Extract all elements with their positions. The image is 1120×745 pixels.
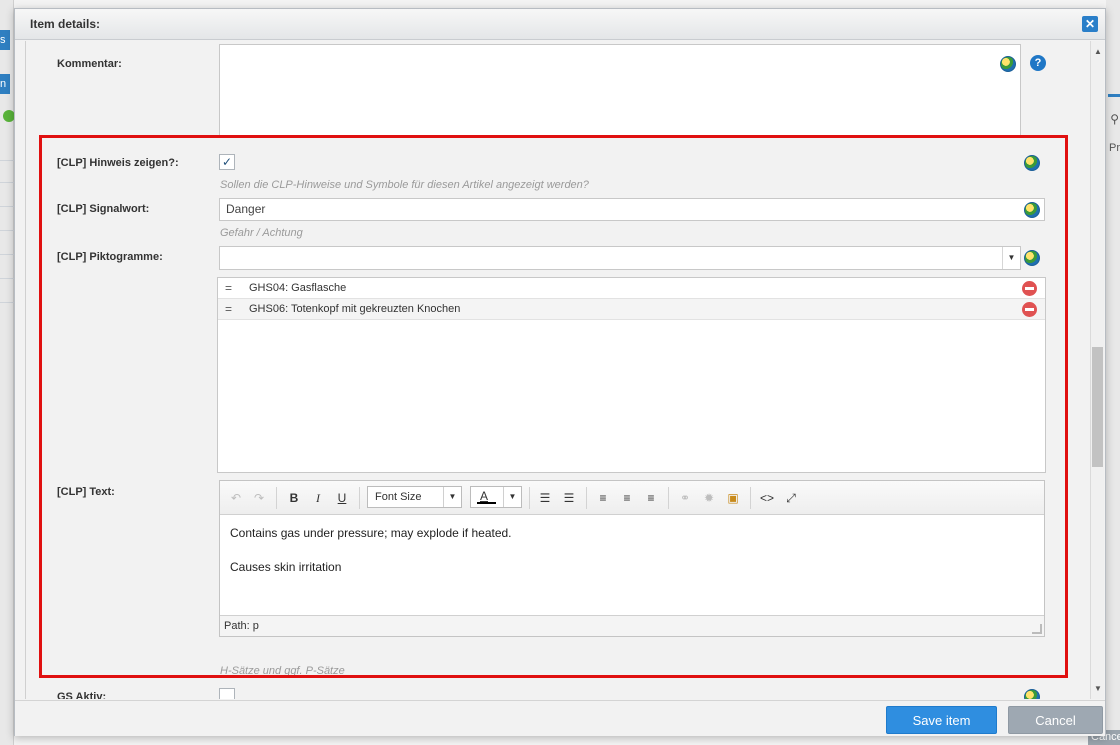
scrollbar-thumb[interactable] — [1092, 347, 1103, 467]
help-icon[interactable]: ? — [1030, 55, 1046, 71]
close-icon[interactable]: ✕ — [1082, 16, 1098, 32]
gs-aktiv-checkbox[interactable] — [219, 688, 235, 699]
scroll-down-icon[interactable]: ▼ — [1094, 684, 1102, 693]
kommentar-textarea[interactable] — [219, 44, 1021, 136]
background-tab: s — [0, 30, 10, 50]
item-details-dialog: Item details: ✕ Kommentar: ? [CLP] Hinwe… — [14, 8, 1106, 736]
scroll-up-icon[interactable]: ▲ — [1094, 47, 1102, 56]
dialog-title: Item details: — [30, 17, 101, 31]
globe-icon[interactable] — [1024, 689, 1040, 699]
background-right-tab-bar — [1108, 94, 1120, 97]
dialog-footer: Save item Cancel — [15, 700, 1105, 736]
save-item-button[interactable]: Save item — [886, 706, 997, 734]
highlight-box — [39, 135, 1068, 678]
dialog-scrollbar[interactable]: ▲ ▼ — [1090, 41, 1104, 699]
dialog-body: Kommentar: ? [CLP] Hinweis zeigen?: ✓ So… — [25, 41, 1091, 699]
search-icon: ⚲ — [1110, 112, 1119, 126]
gs-aktiv-label: GS Aktiv: — [57, 691, 107, 699]
background-right-text: Pr — [1109, 142, 1120, 154]
kommentar-label: Kommentar: — [57, 58, 122, 70]
dialog-header: Item details: ✕ — [15, 9, 1105, 40]
globe-icon[interactable] — [1000, 56, 1016, 72]
background-tab: n — [0, 74, 10, 94]
cancel-button[interactable]: Cancel — [1008, 706, 1103, 734]
